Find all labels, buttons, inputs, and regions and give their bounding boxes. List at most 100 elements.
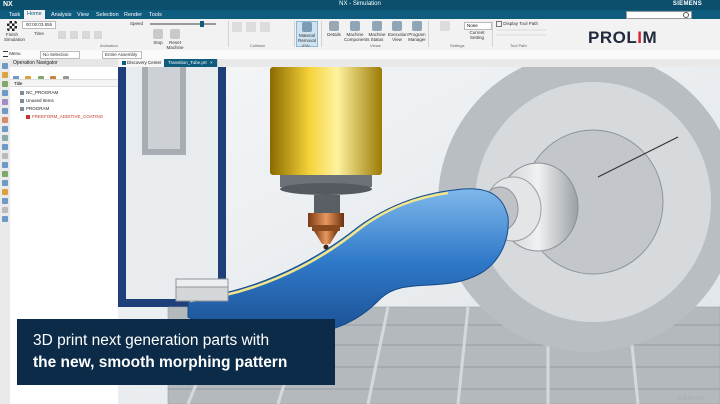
- tree-item-label: FREEFORM_ADDITIVE_COATING: [32, 114, 104, 119]
- close-icon[interactable]: ×: [210, 60, 213, 65]
- checkered-flag-icon: [7, 21, 17, 31]
- reuse-icon[interactable]: [2, 162, 8, 168]
- animation-buttons: [58, 21, 118, 45]
- tree-item[interactable]: PROGRAM: [10, 105, 118, 113]
- tree-item-label: NC_PROGRAM: [26, 90, 59, 95]
- system-icon[interactable]: [2, 198, 8, 204]
- step-back-icon[interactable]: [58, 31, 66, 39]
- collision-icon-2[interactable]: [246, 22, 256, 32]
- tree-item-label: Unused Items: [26, 98, 54, 103]
- tab-task[interactable]: Task: [6, 11, 23, 19]
- caption-line-1: 3D print next generation parts with: [33, 332, 270, 349]
- search-icon[interactable]: [683, 12, 689, 18]
- ribbon-separator: [428, 21, 429, 47]
- tool-path-options: [496, 29, 546, 39]
- column-header-title[interactable]: Title: [10, 79, 118, 87]
- execution-view-button[interactable]: Execution View: [388, 21, 408, 45]
- machine-components-button[interactable]: Machine Components: [344, 21, 370, 45]
- display-tool-path-checkbox[interactable]: Display Tool Path: [496, 21, 538, 27]
- tab-discovery-center[interactable]: Discovery Center: [118, 59, 167, 67]
- vendor-brand: SIEMENS: [672, 1, 702, 7]
- settings-group-label: Settings: [450, 43, 465, 48]
- collision-group-label: Collision: [250, 43, 266, 48]
- materials-icon[interactable]: [2, 171, 8, 177]
- speed-slider-handle[interactable]: [200, 21, 204, 27]
- navigator-title: Operation Navigator: [10, 59, 118, 67]
- caption-line-2: the new, smooth morphing pattern: [33, 354, 288, 371]
- program-icon: [20, 106, 24, 111]
- none-dropdown[interactable]: None: [464, 22, 492, 30]
- settings-icon[interactable]: [440, 21, 450, 31]
- time-control: 00:00:03.855 Time: [22, 21, 56, 45]
- tab-analysis[interactable]: Analysis: [48, 11, 74, 19]
- machine-tool-icon[interactable]: [2, 99, 8, 105]
- machine-status-icon: [372, 21, 382, 31]
- operation-icon[interactable]: [2, 90, 8, 96]
- program-icon: [20, 90, 24, 95]
- animation-group-label: Animation: [100, 43, 118, 48]
- window-title: NX - Simulation: [339, 1, 381, 7]
- play-forward-icon[interactable]: [94, 31, 102, 39]
- selection-filter-dropdown[interactable]: No Selection Filter: [40, 51, 80, 63]
- machine-status-button[interactable]: Machine Status: [368, 21, 386, 45]
- checkbox-icon: [496, 21, 502, 27]
- settings-icon[interactable]: [2, 207, 8, 213]
- ribbon-separator: [492, 21, 493, 47]
- tab-transition-tube[interactable]: Transition_Tube.prt ×: [164, 59, 218, 67]
- ribbon-separator: [228, 21, 229, 47]
- roles-icon[interactable]: [2, 153, 8, 159]
- execution-view-icon: [392, 21, 402, 31]
- home-icon: [122, 60, 126, 65]
- stop-button[interactable]: Stop: [152, 21, 164, 45]
- help-icon[interactable]: [2, 216, 8, 222]
- machine-components-icon: [350, 21, 360, 31]
- menu-icon: [3, 51, 8, 57]
- ribbon-separator: [321, 21, 322, 47]
- material-removal-icon: [302, 22, 312, 32]
- views-group-label: Views: [370, 43, 381, 48]
- feature-caption: 3D print next generation parts with the …: [17, 319, 335, 385]
- tab-selection[interactable]: Selection: [93, 11, 122, 19]
- title-bar: NX NX - Simulation SIEMENS: [0, 0, 720, 10]
- program-manager-button[interactable]: Program Manager: [408, 21, 426, 45]
- details-button[interactable]: Details: [326, 21, 342, 45]
- tree-item[interactable]: FREEFORM_ADDITIVE_COATING: [10, 113, 118, 121]
- collision-icon-1[interactable]: [232, 22, 242, 32]
- navigator-icon[interactable]: [2, 63, 8, 69]
- geometry-icon[interactable]: [2, 108, 8, 114]
- play-back-icon[interactable]: [70, 31, 78, 39]
- operation-tree: NC_PROGRAM Unused Items PROGRAM FREEFORM_AD…: [10, 89, 118, 121]
- collision-buttons: [232, 21, 292, 45]
- ipw-group-label: IPW: [302, 43, 310, 48]
- program-icon: [20, 98, 24, 103]
- tab-view[interactable]: View: [74, 11, 92, 19]
- step-forward-icon[interactable]: [82, 31, 90, 39]
- tab-render[interactable]: Render: [121, 11, 145, 19]
- render-icon[interactable]: [2, 180, 8, 186]
- assembly-icon[interactable]: [2, 81, 8, 87]
- method-icon[interactable]: [2, 117, 8, 123]
- collision-icon-3[interactable]: [260, 22, 270, 32]
- settings-buttons: [432, 21, 458, 45]
- history-icon[interactable]: [2, 135, 8, 141]
- web-icon[interactable]: [2, 144, 8, 150]
- prolim-logo: PROLIM: [588, 28, 658, 47]
- menu-button[interactable]: Menu: [3, 51, 21, 57]
- ribbon-separator: [294, 21, 295, 47]
- finish-simulation-button[interactable]: Finish Simulation: [4, 21, 25, 45]
- time-field[interactable]: 00:00:03.855: [22, 21, 56, 29]
- footer-brand: SIEMENS: [677, 396, 704, 402]
- part-icon[interactable]: [2, 72, 8, 78]
- tab-tools[interactable]: Tools: [146, 11, 165, 19]
- program-manager-icon: [412, 21, 422, 31]
- stop-icon: [153, 29, 163, 39]
- tree-item[interactable]: Unused Items: [10, 97, 118, 105]
- assembly-scope-dropdown[interactable]: Entire Assembly: [102, 51, 142, 59]
- process-icon[interactable]: [2, 189, 8, 195]
- tree-item[interactable]: NC_PROGRAM: [10, 89, 118, 97]
- reset-machine-button[interactable]: Reset Machine: [166, 21, 184, 50]
- tool-icon[interactable]: [2, 126, 8, 132]
- reset-icon: [170, 29, 180, 39]
- program-icon: [26, 114, 30, 119]
- menu-tabs: Task Home Analysis View Selection Render…: [0, 10, 720, 21]
